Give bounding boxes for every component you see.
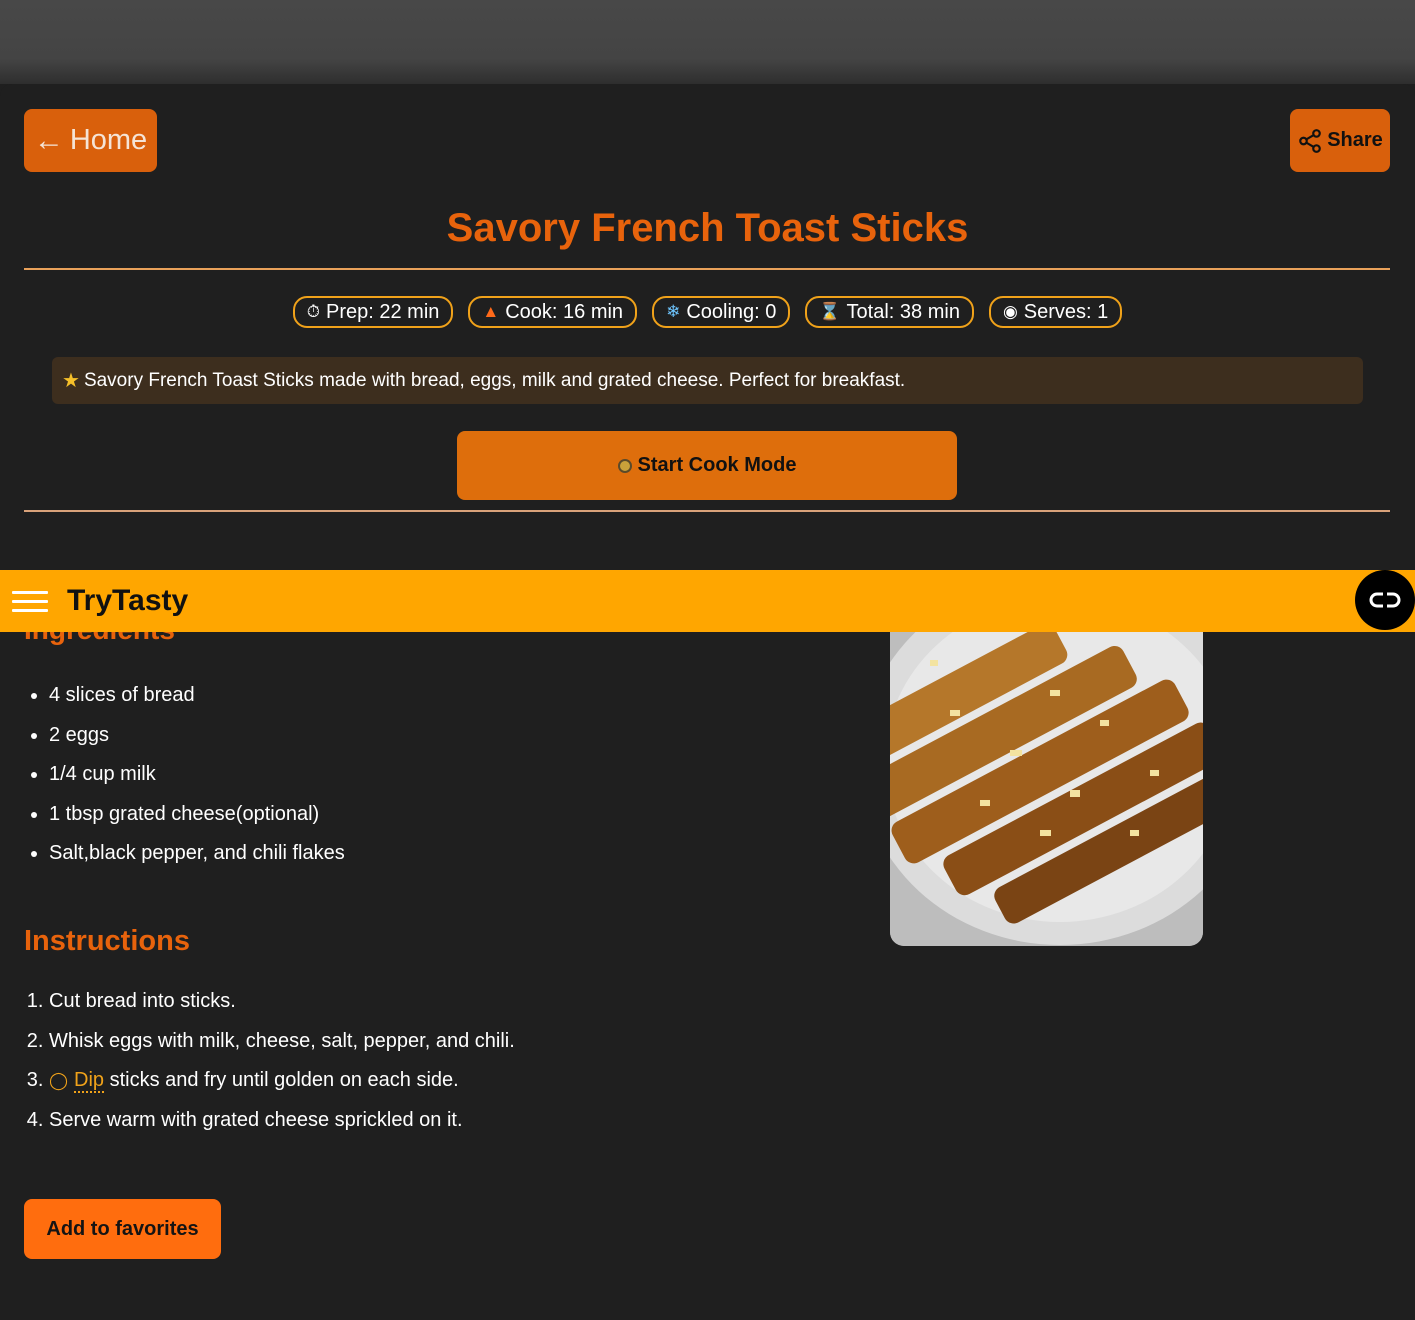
ingredient-item: Salt,black pepper, and chili flakes [49, 834, 345, 874]
dip-timer-link[interactable]: Dip [74, 1069, 105, 1093]
hamburger-menu-icon[interactable] [12, 591, 48, 613]
instruction-step-text: sticks and fry until golden on each side… [104, 1069, 459, 1091]
ingredient-item: 1 tbsp grated cheese(optional) [49, 795, 345, 835]
recipe-photo [890, 600, 1203, 946]
snowflake-icon: ❄ [666, 302, 681, 321]
recipe-title: Savory French Toast Sticks [446, 206, 969, 250]
stopwatch-icon: ⏱ [306, 302, 320, 321]
plate-icon: ◉ [1002, 302, 1018, 321]
chip-cook: ▲ Cook: 16 min [468, 296, 638, 328]
ingredients-list: 4 slices of bread 2 eggs 1/4 cup milk 1 … [24, 676, 345, 874]
brand-logo-text[interactable]: TryTasty [67, 584, 188, 618]
pan-icon [617, 458, 632, 473]
instruction-step: Cut bread into sticks. [49, 982, 515, 1022]
share-button[interactable]: Share [1290, 109, 1390, 172]
chip-prep: ⏱ Prep: 22 min [292, 296, 454, 328]
fire-icon: ▲ [482, 302, 500, 321]
chip-serves-label: Serves: 1 [1023, 300, 1109, 323]
start-cook-mode-label: Start Cook Mode [637, 454, 797, 476]
timer-icon[interactable]: ◯ [49, 1061, 68, 1101]
chip-cooling: ❄ Cooling: 0 [652, 296, 791, 328]
start-cook-mode-button[interactable]: Start Cook Mode [457, 431, 957, 500]
chip-serves: ◉ Serves: 1 [988, 296, 1123, 328]
instructions-heading: Instructions [24, 925, 190, 957]
hourglass-icon: ⌛ [819, 302, 841, 321]
section-divider [24, 510, 1390, 512]
ingredient-item: 4 slices of bread [49, 676, 345, 716]
instructions-list: Cut bread into sticks. Whisk eggs with m… [24, 982, 515, 1140]
recipe-description: ★ Savory French Toast Sticks made with b… [52, 357, 1363, 404]
infinity-icon [1369, 592, 1401, 608]
arrow-left-icon: ← [33, 123, 64, 157]
infinity-toggle-button[interactable] [1355, 570, 1415, 630]
top-backdrop [0, 0, 1415, 84]
site-navbar: TryTasty [0, 570, 1415, 632]
recipe-description-text: Savory French Toast Sticks made with bre… [83, 369, 906, 391]
ingredient-item: 1/4 cup milk [49, 755, 345, 795]
instruction-step: Whisk eggs with milk, cheese, salt, pepp… [49, 1022, 515, 1062]
recipe-meta-chips: ⏱ Prep: 22 min ▲ Cook: 16 min ❄ Cooling:… [0, 296, 1415, 328]
chip-total-label: Total: 38 min [846, 300, 960, 323]
star-icon: ★ [62, 370, 80, 392]
home-button[interactable]: ← Home [24, 109, 157, 172]
chip-cooling-label: Cooling: 0 [686, 300, 777, 323]
title-divider [24, 268, 1390, 270]
share-icon [1299, 128, 1322, 153]
instruction-step: Serve warm with grated cheese sprickled … [49, 1101, 515, 1141]
chip-prep-label: Prep: 22 min [326, 300, 440, 323]
ingredient-item: 2 eggs [49, 716, 345, 756]
instruction-step: ◯Dip sticks and fry until golden on each… [49, 1061, 515, 1101]
chip-total: ⌛ Total: 38 min [805, 296, 974, 328]
chip-cook-label: Cook: 16 min [505, 300, 624, 323]
share-button-label: Share [1327, 129, 1383, 151]
home-button-label: Home [69, 124, 148, 156]
add-to-favorites-button[interactable]: Add to favorites [24, 1199, 221, 1259]
french-toast-photo [890, 600, 1203, 946]
